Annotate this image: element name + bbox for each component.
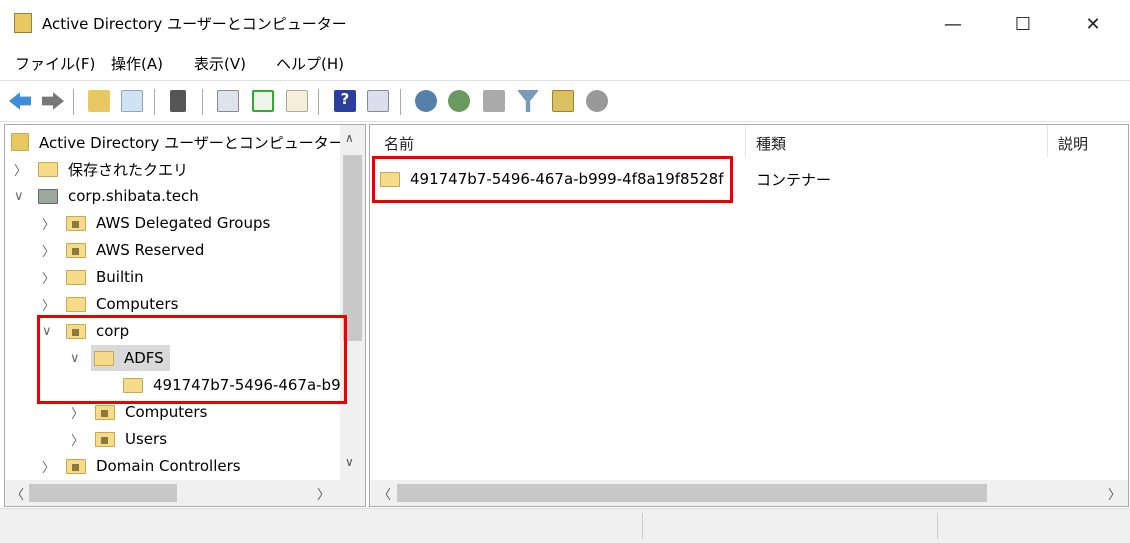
horizontal-scrollbar[interactable]: 〈 〉 (370, 480, 1128, 506)
vertical-scrollbar[interactable]: ∧ ∨ (340, 125, 365, 480)
tree-item[interactable]: 〉 Domain Controllers (42, 453, 241, 479)
chevron-down-icon[interactable]: ∨ (14, 189, 24, 204)
folder-icon (66, 296, 86, 312)
show-action-pane-icon[interactable] (367, 90, 389, 112)
menu-bar: ファイル(F) 操作(A) 表示(V) ヘルプ(H) (0, 48, 1130, 78)
scroll-right-icon[interactable]: 〉 (317, 484, 330, 503)
forward-icon[interactable] (42, 92, 64, 110)
chevron-right-icon[interactable]: 〉 (42, 295, 55, 314)
status-divider (937, 513, 938, 539)
column-name[interactable]: 名前 (384, 133, 414, 154)
new-user-icon[interactable] (415, 90, 437, 112)
folder-icon (38, 161, 58, 177)
ou-icon (66, 242, 86, 258)
toolbar-separator (318, 89, 319, 115)
highlight-box-list (372, 156, 733, 203)
scroll-left-icon[interactable]: 〈 (11, 484, 24, 503)
tree-label: AWS Delegated Groups (96, 214, 271, 232)
filter-icon[interactable] (517, 90, 539, 112)
tree-item[interactable]: 〉 Builtin (42, 264, 144, 290)
folder-icon (66, 269, 86, 285)
ad-app-icon (14, 13, 32, 33)
show-hide-tree-icon[interactable] (121, 90, 143, 112)
tree-label: Users (125, 430, 168, 448)
status-bar (0, 508, 1130, 543)
chevron-right-icon[interactable]: 〉 (42, 214, 55, 233)
menu-action[interactable]: 操作(A) (111, 53, 163, 74)
highlight-box-tree (37, 315, 347, 404)
find-icon[interactable] (552, 90, 574, 112)
tree-label: Builtin (96, 268, 144, 286)
toolbar-separator (202, 89, 203, 115)
tree-root[interactable]: Active Directory ユーザーとコンピューター [ (11, 129, 354, 155)
new-ou-icon[interactable] (483, 90, 505, 112)
up-folder-icon[interactable] (88, 90, 110, 112)
row-type: コンテナー (756, 170, 832, 189)
toolbar-separator (154, 89, 155, 115)
minimize-button[interactable]: — (930, 0, 976, 48)
tree-item-domain[interactable]: ∨ corp.shibata.tech (14, 183, 199, 209)
tree-label: Active Directory ユーザーとコンピューター [ (39, 133, 355, 152)
menu-file[interactable]: ファイル(F) (15, 53, 95, 74)
add-to-group-icon[interactable] (586, 90, 608, 112)
export-list-icon[interactable] (286, 90, 308, 112)
properties-icon[interactable] (217, 90, 239, 112)
tree-item[interactable]: 〉 AWS Reserved (42, 237, 205, 263)
toolbar-separator (400, 89, 401, 115)
scroll-down-icon[interactable]: ∨ (345, 455, 354, 469)
ou-icon (95, 404, 115, 420)
maximize-button[interactable]: ☐ (1000, 0, 1046, 48)
column-type[interactable]: 種類 (756, 133, 786, 154)
title-bar: Active Directory ユーザーとコンピューター — ☐ ✕ (0, 0, 1130, 48)
close-button[interactable]: ✕ (1070, 0, 1116, 48)
tree-item[interactable]: 〉 AWS Delegated Groups (42, 210, 271, 236)
toolbar: ? (0, 80, 1130, 122)
horizontal-scrollbar[interactable]: 〈 〉 (5, 480, 365, 506)
column-description[interactable]: 説明 (1058, 133, 1088, 154)
scroll-thumb[interactable] (343, 155, 362, 341)
help-icon[interactable]: ? (334, 90, 356, 112)
scroll-up-icon[interactable]: ∧ (345, 131, 354, 145)
toolbar-separator (73, 89, 74, 115)
tree-label: Domain Controllers (96, 457, 241, 475)
ou-icon (66, 215, 86, 231)
menu-help[interactable]: ヘルプ(H) (276, 53, 344, 74)
column-divider (745, 125, 746, 157)
refresh-icon[interactable] (252, 90, 274, 112)
back-icon[interactable] (9, 92, 31, 110)
column-divider (1047, 125, 1048, 157)
ad-root-icon (11, 133, 29, 151)
tree-item-saved-queries[interactable]: 〉 保存されたクエリ (14, 156, 189, 182)
tree-label: 保存されたクエリ (68, 160, 189, 179)
scroll-left-icon[interactable]: 〈 (378, 484, 391, 503)
chevron-right-icon[interactable]: 〉 (71, 403, 84, 422)
tree-label: Computers (125, 403, 208, 421)
chevron-right-icon[interactable]: 〉 (42, 268, 55, 287)
clipboard-icon[interactable] (170, 90, 186, 112)
new-group-icon[interactable] (448, 90, 470, 112)
domain-icon (38, 188, 58, 204)
tree-item[interactable]: 〉 Users (71, 426, 168, 452)
ou-icon (95, 431, 115, 447)
scroll-thumb[interactable] (397, 484, 987, 502)
scroll-thumb[interactable] (29, 484, 177, 502)
chevron-right-icon[interactable]: 〉 (14, 160, 27, 179)
tree-label: AWS Reserved (96, 241, 205, 259)
menu-view[interactable]: 表示(V) (194, 53, 246, 74)
ou-icon (66, 458, 86, 474)
chevron-right-icon[interactable]: 〉 (42, 457, 55, 476)
window-title: Active Directory ユーザーとコンピューター (42, 15, 347, 33)
chevron-right-icon[interactable]: 〉 (42, 241, 55, 260)
tree-label: corp.shibata.tech (68, 187, 199, 205)
list-header: 名前 種類 説明 (370, 125, 1128, 157)
chevron-right-icon[interactable]: 〉 (71, 430, 84, 449)
tree-label: Computers (96, 295, 179, 313)
scroll-right-icon[interactable]: 〉 (1108, 484, 1121, 503)
status-divider (642, 513, 643, 539)
tree-item[interactable]: 〉 Computers (42, 291, 179, 317)
